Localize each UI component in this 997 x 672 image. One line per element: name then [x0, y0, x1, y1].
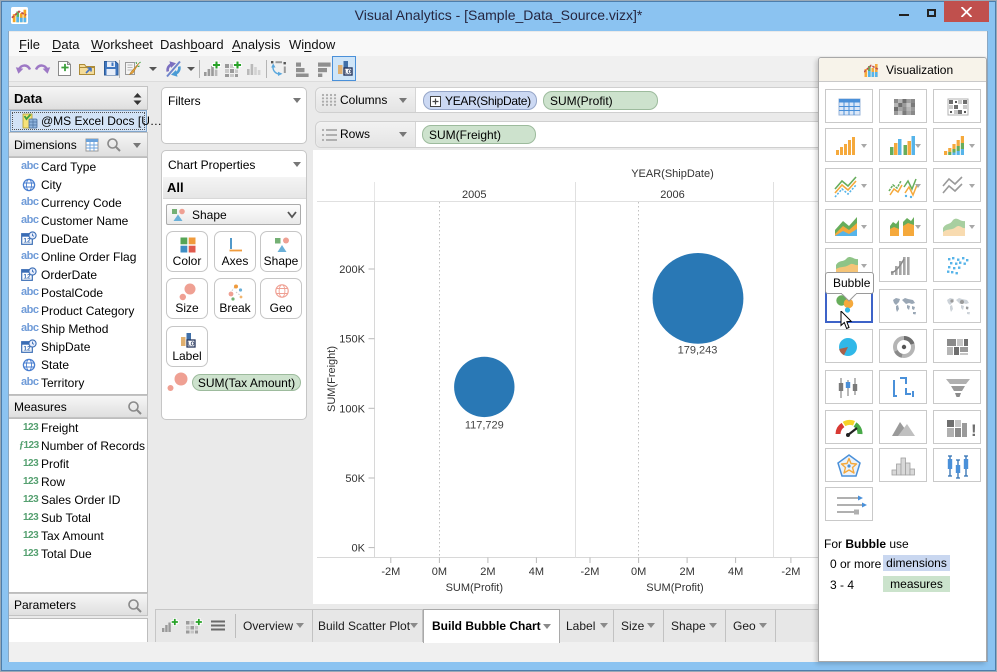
svg-text:2006: 2006: [660, 189, 684, 201]
svg-text:200K: 200K: [339, 264, 365, 276]
svg-text:2M: 2M: [480, 566, 495, 578]
svg-text:179,243: 179,243: [678, 345, 718, 357]
svg-text:4M: 4M: [728, 566, 743, 578]
svg-text:4M: 4M: [529, 566, 544, 578]
svg-text:100K: 100K: [339, 403, 365, 415]
svg-text:0M: 0M: [631, 566, 646, 578]
svg-text:0M: 0M: [432, 566, 447, 578]
svg-text:LO: LO: [188, 342, 195, 348]
svg-text:0K: 0K: [352, 543, 366, 555]
svg-text:SUM(Profit): SUM(Profit): [646, 582, 703, 594]
svg-text:-2M: -2M: [381, 566, 400, 578]
svg-text:-2M: -2M: [781, 566, 800, 578]
svg-text:SUM(Profit): SUM(Profit): [446, 582, 503, 594]
svg-text:YEAR(ShipDate): YEAR(ShipDate): [631, 168, 714, 180]
svg-text:LO: LO: [345, 70, 352, 76]
svg-text:-2M: -2M: [581, 566, 600, 578]
svg-text:2M: 2M: [679, 566, 694, 578]
svg-text:!: !: [971, 421, 977, 440]
svg-text:2005: 2005: [462, 189, 486, 201]
svg-text:SUM(Freight): SUM(Freight): [326, 346, 338, 412]
svg-text:150K: 150K: [339, 334, 365, 346]
svg-text:50K: 50K: [345, 473, 365, 485]
svg-text:117,729: 117,729: [465, 420, 504, 432]
